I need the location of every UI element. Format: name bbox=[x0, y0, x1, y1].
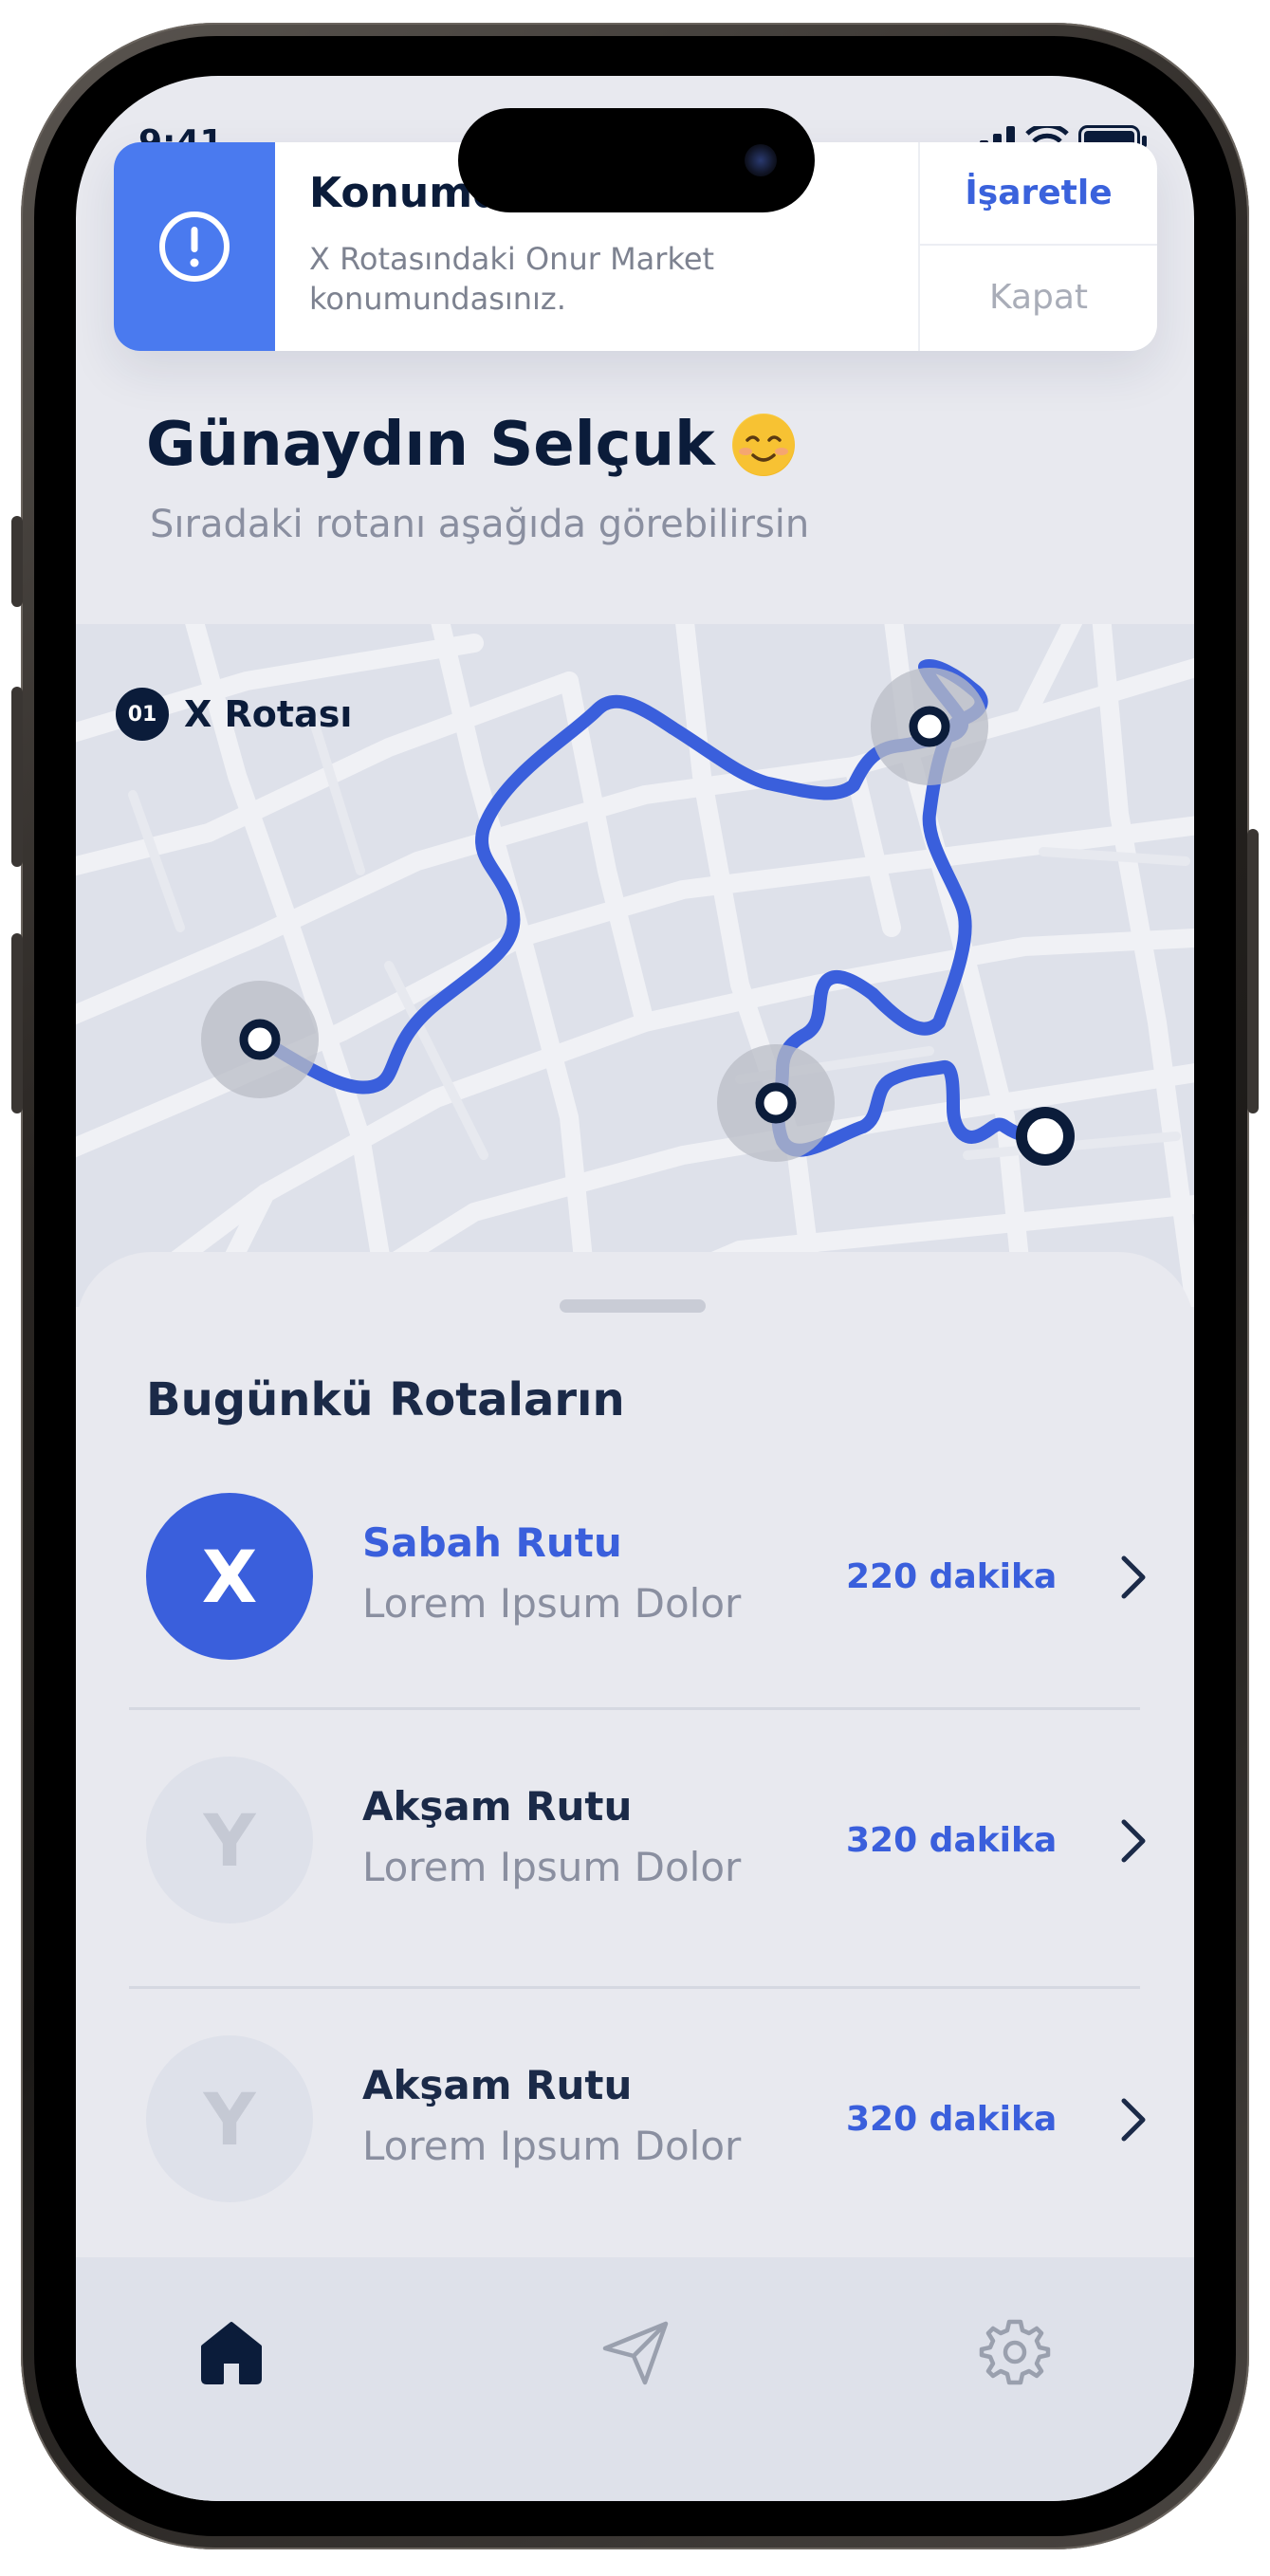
chevron-right-icon[interactable] bbox=[1114, 2096, 1152, 2144]
map-route-label: 01 X Rotası bbox=[116, 688, 352, 741]
home-icon[interactable] bbox=[193, 2314, 269, 2390]
route-avatar: Y bbox=[146, 1757, 313, 1923]
route-number-badge: 01 bbox=[116, 688, 169, 741]
alert-icon bbox=[159, 212, 230, 282]
chevron-right-icon[interactable] bbox=[1114, 1554, 1152, 1601]
route-row[interactable]: X Sabah Rutu Lorem Ipsum Dolor 220 dakik… bbox=[76, 1481, 1194, 1671]
send-icon[interactable] bbox=[598, 2314, 673, 2390]
mark-button[interactable]: İşaretle bbox=[920, 142, 1157, 246]
chevron-right-icon[interactable] bbox=[1114, 1817, 1152, 1865]
map-stop-3[interactable] bbox=[909, 706, 950, 747]
route-avatar: X bbox=[146, 1493, 313, 1660]
close-button[interactable]: Kapat bbox=[920, 246, 1157, 349]
route-title: Akşam Rutu bbox=[362, 1783, 633, 1830]
route-subtitle: Lorem Ipsum Dolor bbox=[362, 1580, 742, 1627]
screen: 9:41 Konumda Oldunuz bbox=[76, 76, 1194, 2501]
gear-icon[interactable] bbox=[977, 2314, 1053, 2390]
sheet-handle[interactable] bbox=[560, 1299, 706, 1313]
route-avatar: Y bbox=[146, 2035, 313, 2202]
route-row[interactable]: Y Akşam Rutu Lorem Ipsum Dolor 320 dakik… bbox=[76, 1745, 1194, 1935]
greeting: Günaydın Selçuk bbox=[146, 410, 795, 480]
notification-actions: İşaretle Kapat bbox=[918, 142, 1157, 351]
map-destination[interactable] bbox=[1016, 1107, 1075, 1166]
route-subtitle: Lorem Ipsum Dolor bbox=[362, 2123, 742, 2169]
row-divider bbox=[129, 1707, 1140, 1710]
dynamic-island bbox=[458, 108, 815, 212]
front-camera bbox=[745, 144, 777, 176]
map-stop-2[interactable] bbox=[755, 1082, 797, 1124]
volume-up-button bbox=[11, 687, 23, 867]
power-button bbox=[1247, 829, 1259, 1113]
route-title: Sabah Rutu bbox=[362, 1519, 622, 1566]
route-name: X Rotası bbox=[184, 693, 353, 735]
greeting-subtitle: Sıradaki rotanı aşağıda görebilirsin bbox=[150, 503, 810, 546]
route-title: Akşam Rutu bbox=[362, 2062, 633, 2108]
map-stop-1[interactable] bbox=[239, 1019, 281, 1060]
route-duration: 320 dakika bbox=[846, 2100, 1058, 2139]
route-duration: 320 dakika bbox=[846, 1821, 1058, 1860]
row-divider bbox=[129, 1986, 1140, 1989]
notification-icon-box bbox=[114, 142, 275, 351]
tab-bar bbox=[76, 2257, 1194, 2501]
action-button bbox=[11, 516, 23, 607]
greeting-title: Günaydın Selçuk bbox=[146, 410, 715, 480]
volume-down-button bbox=[11, 933, 23, 1113]
smiling-emoji-icon bbox=[731, 414, 795, 476]
routes-sheet: Bugünkü Rotaların X Sabah Rutu Lorem Ips… bbox=[76, 1252, 1194, 2276]
route-duration: 220 dakika bbox=[846, 1557, 1058, 1596]
route-row[interactable]: Y Akşam Rutu Lorem Ipsum Dolor 320 dakik… bbox=[76, 2024, 1194, 2214]
routes-title: Bugünkü Rotaların bbox=[146, 1373, 625, 1426]
route-subtitle: Lorem Ipsum Dolor bbox=[362, 1844, 742, 1890]
notification-body: X Rotasındaki Onur Market konumundasınız… bbox=[309, 241, 715, 317]
